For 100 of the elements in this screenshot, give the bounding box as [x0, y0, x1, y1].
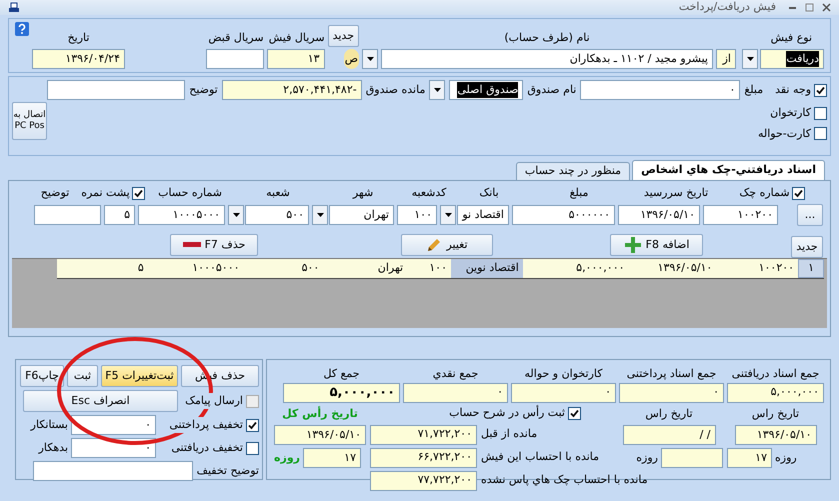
- checkbox[interactable]: [814, 84, 827, 96]
- account-name-field[interactable]: پیشرو مجید / ۱۱۰۲ ـ بدهکاران: [381, 49, 713, 69]
- label: وجه نقد: [775, 82, 811, 98]
- label: روزه: [775, 450, 797, 466]
- total-label: جمع کل: [323, 366, 360, 382]
- tab[interactable]: منظور در چند حساب: [516, 162, 630, 180]
- text-field[interactable]: ۱۳۹۶/۰۵/۱۰: [618, 205, 700, 225]
- total-field[interactable]: ۰: [403, 382, 508, 402]
- receipt-serial-field[interactable]: [206, 49, 264, 69]
- combo-field[interactable]: اقتصاد نو: [457, 205, 509, 225]
- more-button[interactable]: ...: [797, 204, 823, 226]
- dropdown-button[interactable]: [440, 205, 456, 225]
- balance-field[interactable]: ۶۶,۷۲۲,۲۰۰: [370, 448, 477, 468]
- balance-field[interactable]: ۷۱,۷۲۲,۲۰۰: [370, 424, 477, 444]
- label: مانده با احتساب این فیش: [481, 449, 600, 466]
- discount-field[interactable]: ۰: [71, 415, 156, 435]
- label: تاریخ رأس کل: [282, 406, 358, 422]
- text-field[interactable]: [34, 205, 101, 225]
- fund-field[interactable]: صندوق اصلی: [449, 80, 524, 100]
- close-icon[interactable]: [822, 3, 831, 12]
- column-label: شماره چک: [739, 184, 790, 201]
- table-cell: ۵: [114, 259, 148, 278]
- checkbox[interactable]: [814, 106, 827, 120]
- table-cell: تهران: [323, 259, 408, 278]
- checkbox[interactable]: [792, 186, 805, 200]
- discount-note-field[interactable]: [32, 461, 193, 481]
- text-field[interactable]: ۵۰۰۰۰۰۰: [512, 205, 615, 225]
- table-cell: ۱۰۰۲۰۰: [716, 259, 798, 278]
- column-label: شهر: [352, 184, 374, 201]
- label: بستانکار: [30, 416, 68, 433]
- column-label: شماره حساب: [158, 184, 222, 201]
- window-title: فیش دریافت/پرداخت: [678, 0, 776, 16]
- checkbox[interactable]: [132, 186, 145, 200]
- due-date-field[interactable]: ۱۳۹۶/۰۵/۱۰: [274, 425, 366, 445]
- days-field[interactable]: [661, 448, 723, 468]
- save-button[interactable]: ثبت: [67, 365, 98, 387]
- direction-field[interactable]: از: [716, 49, 736, 69]
- total-field[interactable]: ۵,۰۰۰,۰۰۰: [727, 382, 824, 402]
- checkbox[interactable]: [246, 418, 259, 432]
- days-field[interactable]: ۱۷: [727, 448, 772, 468]
- pencil-icon: [426, 237, 442, 253]
- dropdown-button[interactable]: [362, 49, 378, 69]
- label: توضیح تخفیف: [196, 462, 259, 479]
- serial-field[interactable]: ۱۳: [266, 49, 325, 69]
- text-field[interactable]: ۵: [104, 205, 135, 225]
- due-date-field[interactable]: ۱۳۹۶/۰۵/۱۰: [734, 425, 816, 445]
- label: تاریخ راس: [645, 406, 693, 422]
- table-cell: ۱۰۰۰۵۰۰۰: [148, 259, 244, 278]
- maximize-icon[interactable]: [805, 3, 814, 12]
- help-icon[interactable]: [15, 22, 29, 36]
- dropdown-button[interactable]: [228, 205, 244, 225]
- tab[interactable]: اسناد دریافتني-چک هاي اشخاص: [632, 160, 825, 180]
- cancel-button[interactable]: انصراف Esc: [23, 390, 178, 412]
- text-field[interactable]: ۱۰۰۰۵۰۰۰: [138, 205, 225, 225]
- column-label: مبلغ: [570, 184, 588, 201]
- combo-field[interactable]: تهران: [329, 205, 394, 225]
- caret-icon: [444, 213, 452, 217]
- save-changes-button[interactable]: ثبت‌تغییرات F5: [101, 365, 178, 387]
- text-field[interactable]: ۱۰۰: [397, 205, 437, 225]
- dropdown-button[interactable]: [429, 80, 446, 100]
- label: نام (طرف حساب): [504, 30, 590, 46]
- column-label: کدشعبه: [412, 184, 446, 201]
- delete-button[interactable]: حذف F7: [170, 234, 258, 256]
- balance-field[interactable]: ۷۷,۷۲۲,۲۰۰: [370, 470, 477, 490]
- marker: ص: [344, 49, 359, 69]
- amount-field[interactable]: ۰: [580, 80, 740, 100]
- total-field[interactable]: ۵,۰۰۰,۰۰۰: [283, 382, 400, 402]
- edit-button[interactable]: تغییر: [401, 234, 493, 256]
- checkbox[interactable]: [814, 127, 827, 140]
- print-button[interactable]: چاپF6: [20, 365, 64, 387]
- checkbox[interactable]: [246, 442, 259, 454]
- new-button[interactable]: جدید: [328, 25, 359, 47]
- receipt-type-field[interactable]: دریافت: [760, 49, 824, 69]
- due-date-field[interactable]: / /: [622, 425, 716, 445]
- combo-field[interactable]: ۵۰۰: [245, 205, 309, 225]
- total-field[interactable]: ۰: [511, 382, 616, 402]
- fund-balance-field[interactable]: -۲,۵۷۰,۴۴۱,۴۸۲: [222, 80, 362, 100]
- label: تخفیف پرداختنی: [169, 416, 243, 434]
- checkbox[interactable]: [568, 407, 581, 420]
- days-field[interactable]: ۱۷: [303, 448, 361, 468]
- date-field[interactable]: ۱۳۹۶/۰۴/۲۴: [32, 49, 125, 69]
- dropdown-button[interactable]: [312, 205, 328, 225]
- total-label: جمع نقدي: [432, 366, 478, 382]
- total-field[interactable]: ۰: [619, 382, 724, 402]
- text-field[interactable]: ۱۰۰۲۰۰: [703, 205, 778, 225]
- label: مانده صندوق: [366, 82, 426, 98]
- total-label: کارتخوان و حواله: [524, 366, 602, 382]
- label: کارتخوان: [770, 105, 811, 121]
- add-button[interactable]: اضافه F8: [610, 234, 703, 256]
- label: سریال فیش: [268, 30, 325, 46]
- new-button[interactable]: جدید: [791, 236, 823, 258]
- label: روزه: [274, 450, 300, 466]
- table-cell: ۱۳۹۶/۰۵/۱۰: [628, 259, 716, 278]
- note-field[interactable]: [47, 80, 186, 100]
- dropdown-button[interactable]: [742, 49, 758, 69]
- pos-connect-button[interactable]: اتصال به PC Pos: [12, 102, 47, 140]
- table-cell: ۵۰۰: [244, 259, 324, 278]
- label: مانده با احتساب چک هاي پاس نشده: [481, 472, 649, 488]
- column-label: شعبه: [266, 184, 290, 201]
- label: ارسال پیامک: [185, 392, 243, 410]
